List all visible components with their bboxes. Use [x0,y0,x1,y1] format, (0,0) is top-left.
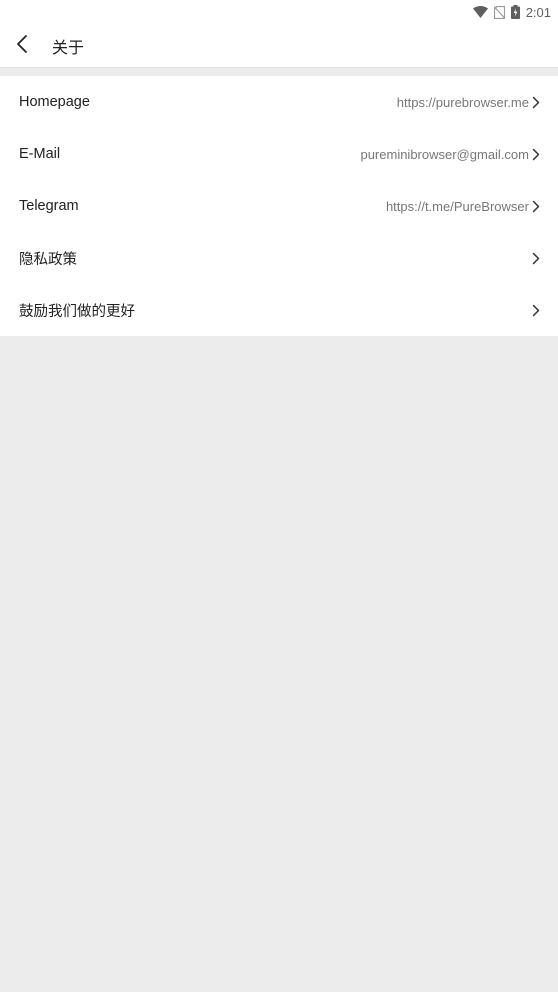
row-label: E-Mail [19,146,61,162]
row-label: 隐私政策 [19,251,77,268]
about-list: Homepage https://purebrowser.me E-Mail p… [0,76,558,336]
chevron-right-icon [532,148,540,161]
chevron-right-icon [532,200,540,213]
wifi-icon [472,6,488,18]
row-homepage[interactable]: Homepage https://purebrowser.me [0,76,558,128]
row-label: 鼓励我们做的更好 [19,303,135,320]
row-telegram[interactable]: Telegram https://t.me/PureBrowser [0,180,558,232]
row-email[interactable]: E-Mail pureminibrowser@gmail.com [0,128,558,180]
app-bar: 关于 [0,24,558,68]
telegram-url: https://t.me/PureBrowser [385,198,529,214]
row-privacy-policy[interactable]: 隐私政策 [0,232,558,284]
row-label: Homepage [19,94,90,110]
row-label: Telegram [19,198,79,214]
email-address: pureminibrowser@gmail.com [360,146,529,162]
page-title: 关于 [52,37,85,57]
back-button[interactable] [0,24,48,68]
chevron-left-icon [17,34,28,58]
row-encourage-us[interactable]: 鼓励我们做的更好 [0,284,558,336]
homepage-url: https://purebrowser.me [396,94,529,110]
battery-charging-icon [510,5,520,19]
status-time: 2:01 [525,4,551,20]
chevron-right-icon [532,304,540,317]
no-sim-icon [493,5,505,19]
status-bar: 2:01 [0,0,558,24]
chevron-right-icon [532,252,540,265]
chevron-right-icon [532,96,540,109]
